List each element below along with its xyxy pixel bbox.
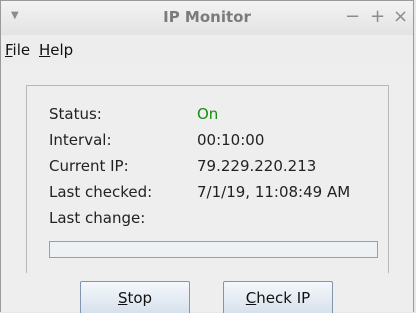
current-ip-value: 79.229.220.213 (197, 157, 317, 175)
menu-file[interactable]: File (5, 41, 30, 59)
current-ip-label: Current IP: (49, 157, 129, 175)
interval-label: Interval: (49, 131, 112, 149)
menu-help-mnemonic: H (39, 41, 51, 59)
status-value: On (197, 105, 219, 123)
check-ip-button-mnemonic: C (245, 289, 257, 307)
progress-bar (49, 241, 378, 258)
check-ip-button-label: heck IP (256, 289, 311, 307)
title-bar: ▼ IP Monitor − + × (1, 1, 413, 36)
stop-button-label: top (127, 289, 153, 307)
last-change-label: Last change: (49, 209, 146, 227)
stop-button[interactable]: Stop (80, 281, 190, 313)
menu-file-mnemonic: F (5, 41, 13, 59)
menu-file-label: ile (12, 41, 31, 59)
last-checked-value: 7/1/19, 11:08:49 AM (197, 183, 351, 201)
ip-monitor-window: ▼ IP Monitor − + × File Help Status: On … (0, 0, 414, 313)
check-ip-button[interactable]: Check IP (223, 281, 333, 313)
last-checked-label: Last checked: (49, 183, 153, 201)
menu-help[interactable]: Help (39, 41, 73, 59)
status-panel: Status: On Interval: 00:10:00 Current IP… (26, 85, 389, 273)
menu-help-label: elp (50, 41, 74, 59)
status-label: Status: (49, 105, 102, 123)
close-icon[interactable]: × (393, 6, 408, 28)
minimize-icon[interactable]: − (345, 6, 360, 28)
maximize-icon[interactable]: + (370, 6, 385, 28)
menu-bar: File Help (1, 35, 413, 63)
interval-value: 00:10:00 (197, 131, 265, 149)
